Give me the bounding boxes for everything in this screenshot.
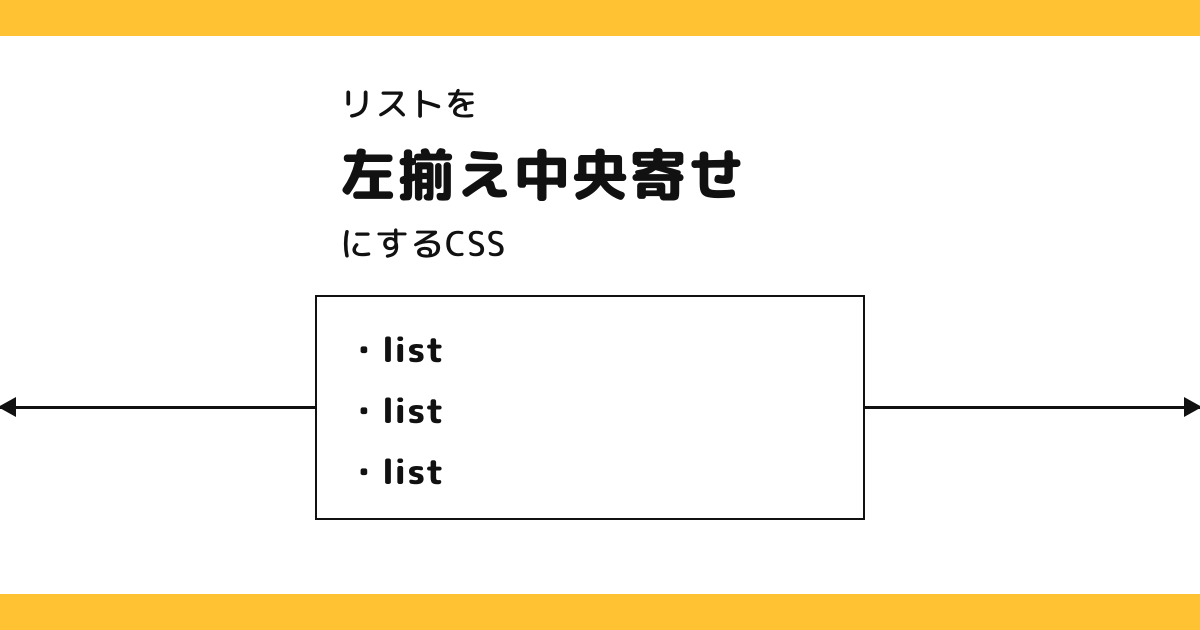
bottom-accent-band [0, 594, 1200, 630]
heading-line-1: リストを [340, 78, 746, 129]
heading-line-2: 左揃え中央寄せ [340, 133, 746, 216]
heading-block: リストを 左揃え中央寄せ にするCSS [340, 78, 746, 269]
arrow-left-icon [0, 406, 315, 409]
list-box: ・list ・list ・list [315, 295, 865, 520]
list-item: ・list [347, 441, 833, 502]
list-item: ・list [347, 380, 833, 441]
top-accent-band [0, 0, 1200, 36]
arrow-right-icon [865, 406, 1200, 409]
list-item: ・list [347, 319, 833, 380]
heading-line-3: にするCSS [340, 218, 746, 269]
